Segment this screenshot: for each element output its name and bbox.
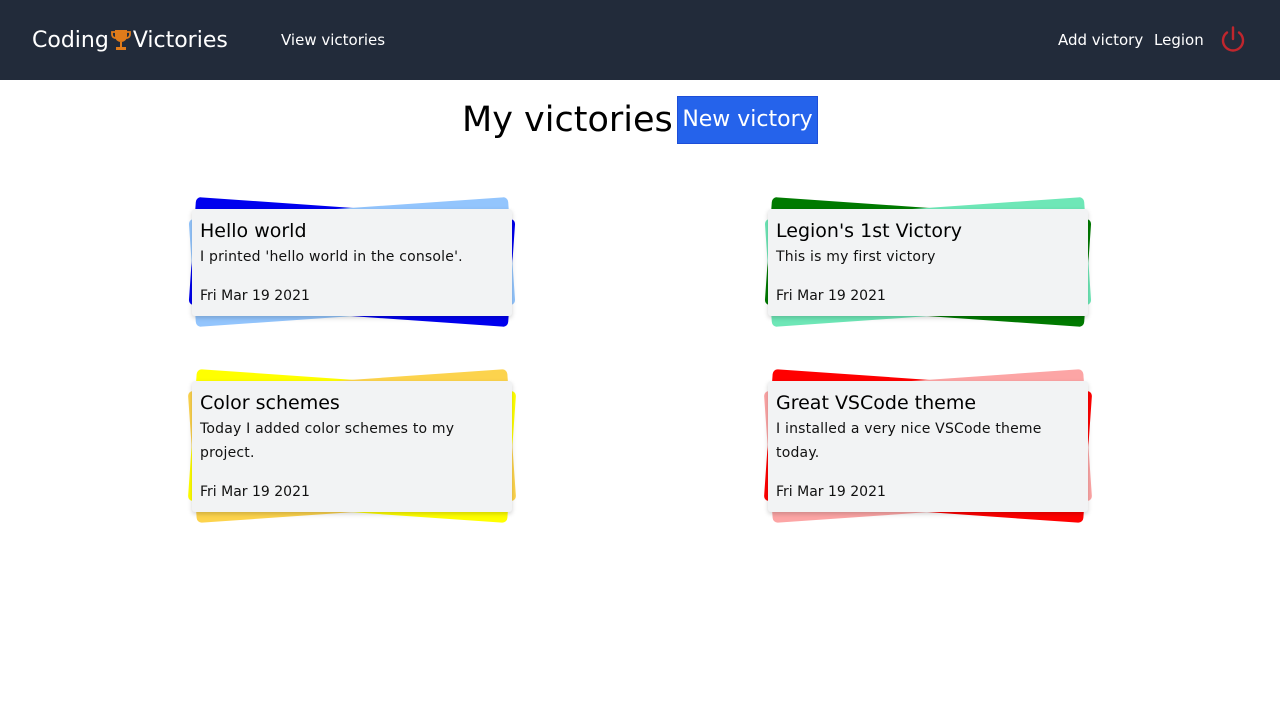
brand-text-left: Coding — [32, 27, 109, 53]
victory-text: This is my first victory — [776, 249, 936, 265]
new-victory-button[interactable]: New victory — [677, 96, 818, 144]
brand-text-right: Victories — [132, 27, 228, 53]
victory-text: I printed 'hello world in the console'. — [200, 249, 463, 265]
victory-date: Fri Mar 19 2021 — [200, 484, 310, 500]
victory-text: Today I added color schemes to my projec… — [200, 421, 455, 461]
trophy-icon — [110, 26, 132, 54]
victory-title: Hello world — [200, 220, 307, 242]
nav-view-victories[interactable]: View victories — [281, 30, 385, 50]
victory-title: Great VSCode theme — [776, 392, 977, 414]
nav-add-victory[interactable]: Add victory — [1058, 30, 1143, 50]
navbar: Coding Victories View victories Add vict… — [0, 0, 1280, 80]
nav-user-legion[interactable]: Legion — [1154, 30, 1204, 50]
victory-text: I installed a very nice VSCode theme tod… — [776, 421, 1042, 461]
power-icon[interactable] — [1218, 25, 1248, 55]
page-title: My victories — [462, 100, 673, 140]
victory-date: Fri Mar 19 2021 — [200, 288, 310, 304]
brand-link[interactable]: Coding Victories — [32, 24, 228, 56]
victory-date: Fri Mar 19 2021 — [776, 288, 886, 304]
victory-card-body: Color schemes Today I added color scheme… — [192, 381, 512, 512]
victory-title: Legion's 1st Victory — [776, 220, 963, 242]
victory-card-body: Legion's 1st Victory This is my first vi… — [768, 209, 1088, 316]
page-header: My victories New victory — [0, 96, 1280, 144]
victory-card-body: Hello world I printed 'hello world in th… — [192, 209, 512, 316]
victory-date: Fri Mar 19 2021 — [776, 484, 886, 500]
victory-card-body: Great VSCode theme I installed a very ni… — [768, 381, 1088, 512]
victory-title: Color schemes — [200, 392, 340, 414]
